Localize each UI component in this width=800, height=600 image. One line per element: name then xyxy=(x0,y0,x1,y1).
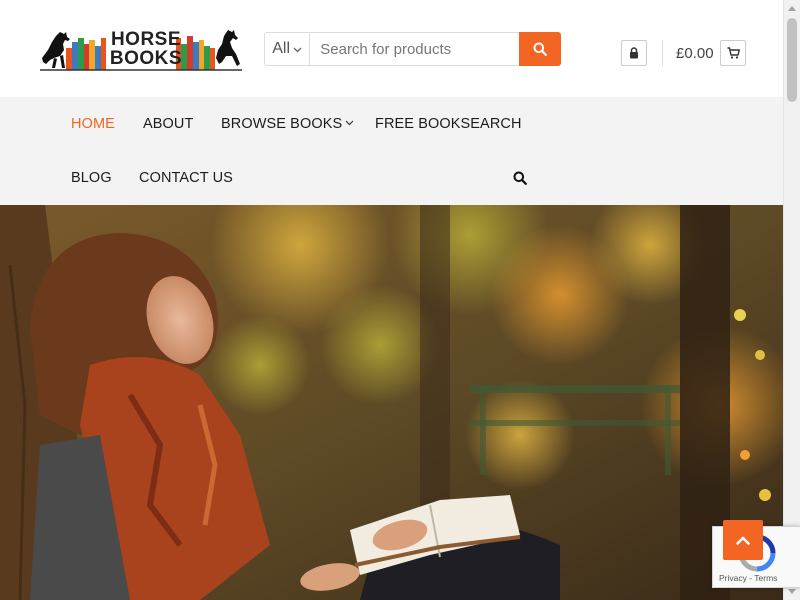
caret-down-icon xyxy=(788,589,796,594)
nav-item-home[interactable]: HOME xyxy=(71,116,115,132)
recaptcha-privacy-link[interactable]: Privacy xyxy=(719,573,747,583)
search-input[interactable] xyxy=(310,33,520,65)
chevron-down-icon xyxy=(293,47,302,53)
logo-line-1: HORSE xyxy=(110,29,182,50)
lock-icon xyxy=(630,47,638,59)
search-icon xyxy=(513,171,527,185)
nav-item-about[interactable]: ABOUT xyxy=(143,116,193,132)
hero-image xyxy=(0,205,783,600)
recaptcha-terms-link[interactable]: Terms xyxy=(754,573,777,583)
nav-item-label: BLOG xyxy=(71,170,112,186)
nav-item-blog[interactable]: BLOG xyxy=(71,170,112,186)
nav-item-label: ABOUT xyxy=(143,116,194,132)
logo-text: HORSE BOOKS xyxy=(106,30,186,68)
header-divider xyxy=(662,40,663,66)
cart-button[interactable] xyxy=(720,40,746,66)
search-category-select[interactable]: All xyxy=(265,33,311,65)
scroll-up-arrow[interactable] xyxy=(784,0,800,17)
page-scrollbar[interactable] xyxy=(783,0,800,600)
nav-item-browse-books[interactable]: BROWSE BOOKS xyxy=(221,116,354,132)
search-icon xyxy=(533,42,548,56)
site-logo[interactable]: HORSE BOOKS xyxy=(40,28,242,72)
nav-item-label: CONTACT US xyxy=(139,170,233,186)
site-header: HORSE BOOKS All £0.00 xyxy=(0,0,783,97)
account-button[interactable] xyxy=(621,40,647,66)
nav-search-button[interactable] xyxy=(513,171,527,190)
cart-icon xyxy=(727,47,740,59)
nav-item-label: FREE BOOKSEARCH xyxy=(375,116,522,132)
nav-item-free-booksearch[interactable]: FREE BOOKSEARCH xyxy=(375,116,522,132)
product-search: All xyxy=(264,32,561,66)
search-category-label: All xyxy=(272,40,291,57)
hero-photo-woman-reading xyxy=(0,205,783,600)
recaptcha-links: Privacy - Terms xyxy=(713,573,800,583)
nav-item-contact-us[interactable]: CONTACT US xyxy=(139,170,233,186)
back-to-top-button[interactable] xyxy=(723,520,763,560)
caret-up-icon xyxy=(788,6,796,11)
cart-total[interactable]: £0.00 xyxy=(676,45,714,62)
search-button[interactable] xyxy=(519,32,561,66)
chevron-down-icon xyxy=(345,120,354,126)
logo-line-2: BOOKS xyxy=(109,48,183,69)
chevron-up-icon xyxy=(736,536,750,545)
main-navigation: HOME ABOUT BROWSE BOOKS FREE BOOKSEARCH … xyxy=(0,97,783,205)
nav-item-label: HOME xyxy=(71,116,115,132)
scrollbar-thumb[interactable] xyxy=(787,18,797,102)
nav-item-label: BROWSE BOOKS xyxy=(221,116,343,132)
